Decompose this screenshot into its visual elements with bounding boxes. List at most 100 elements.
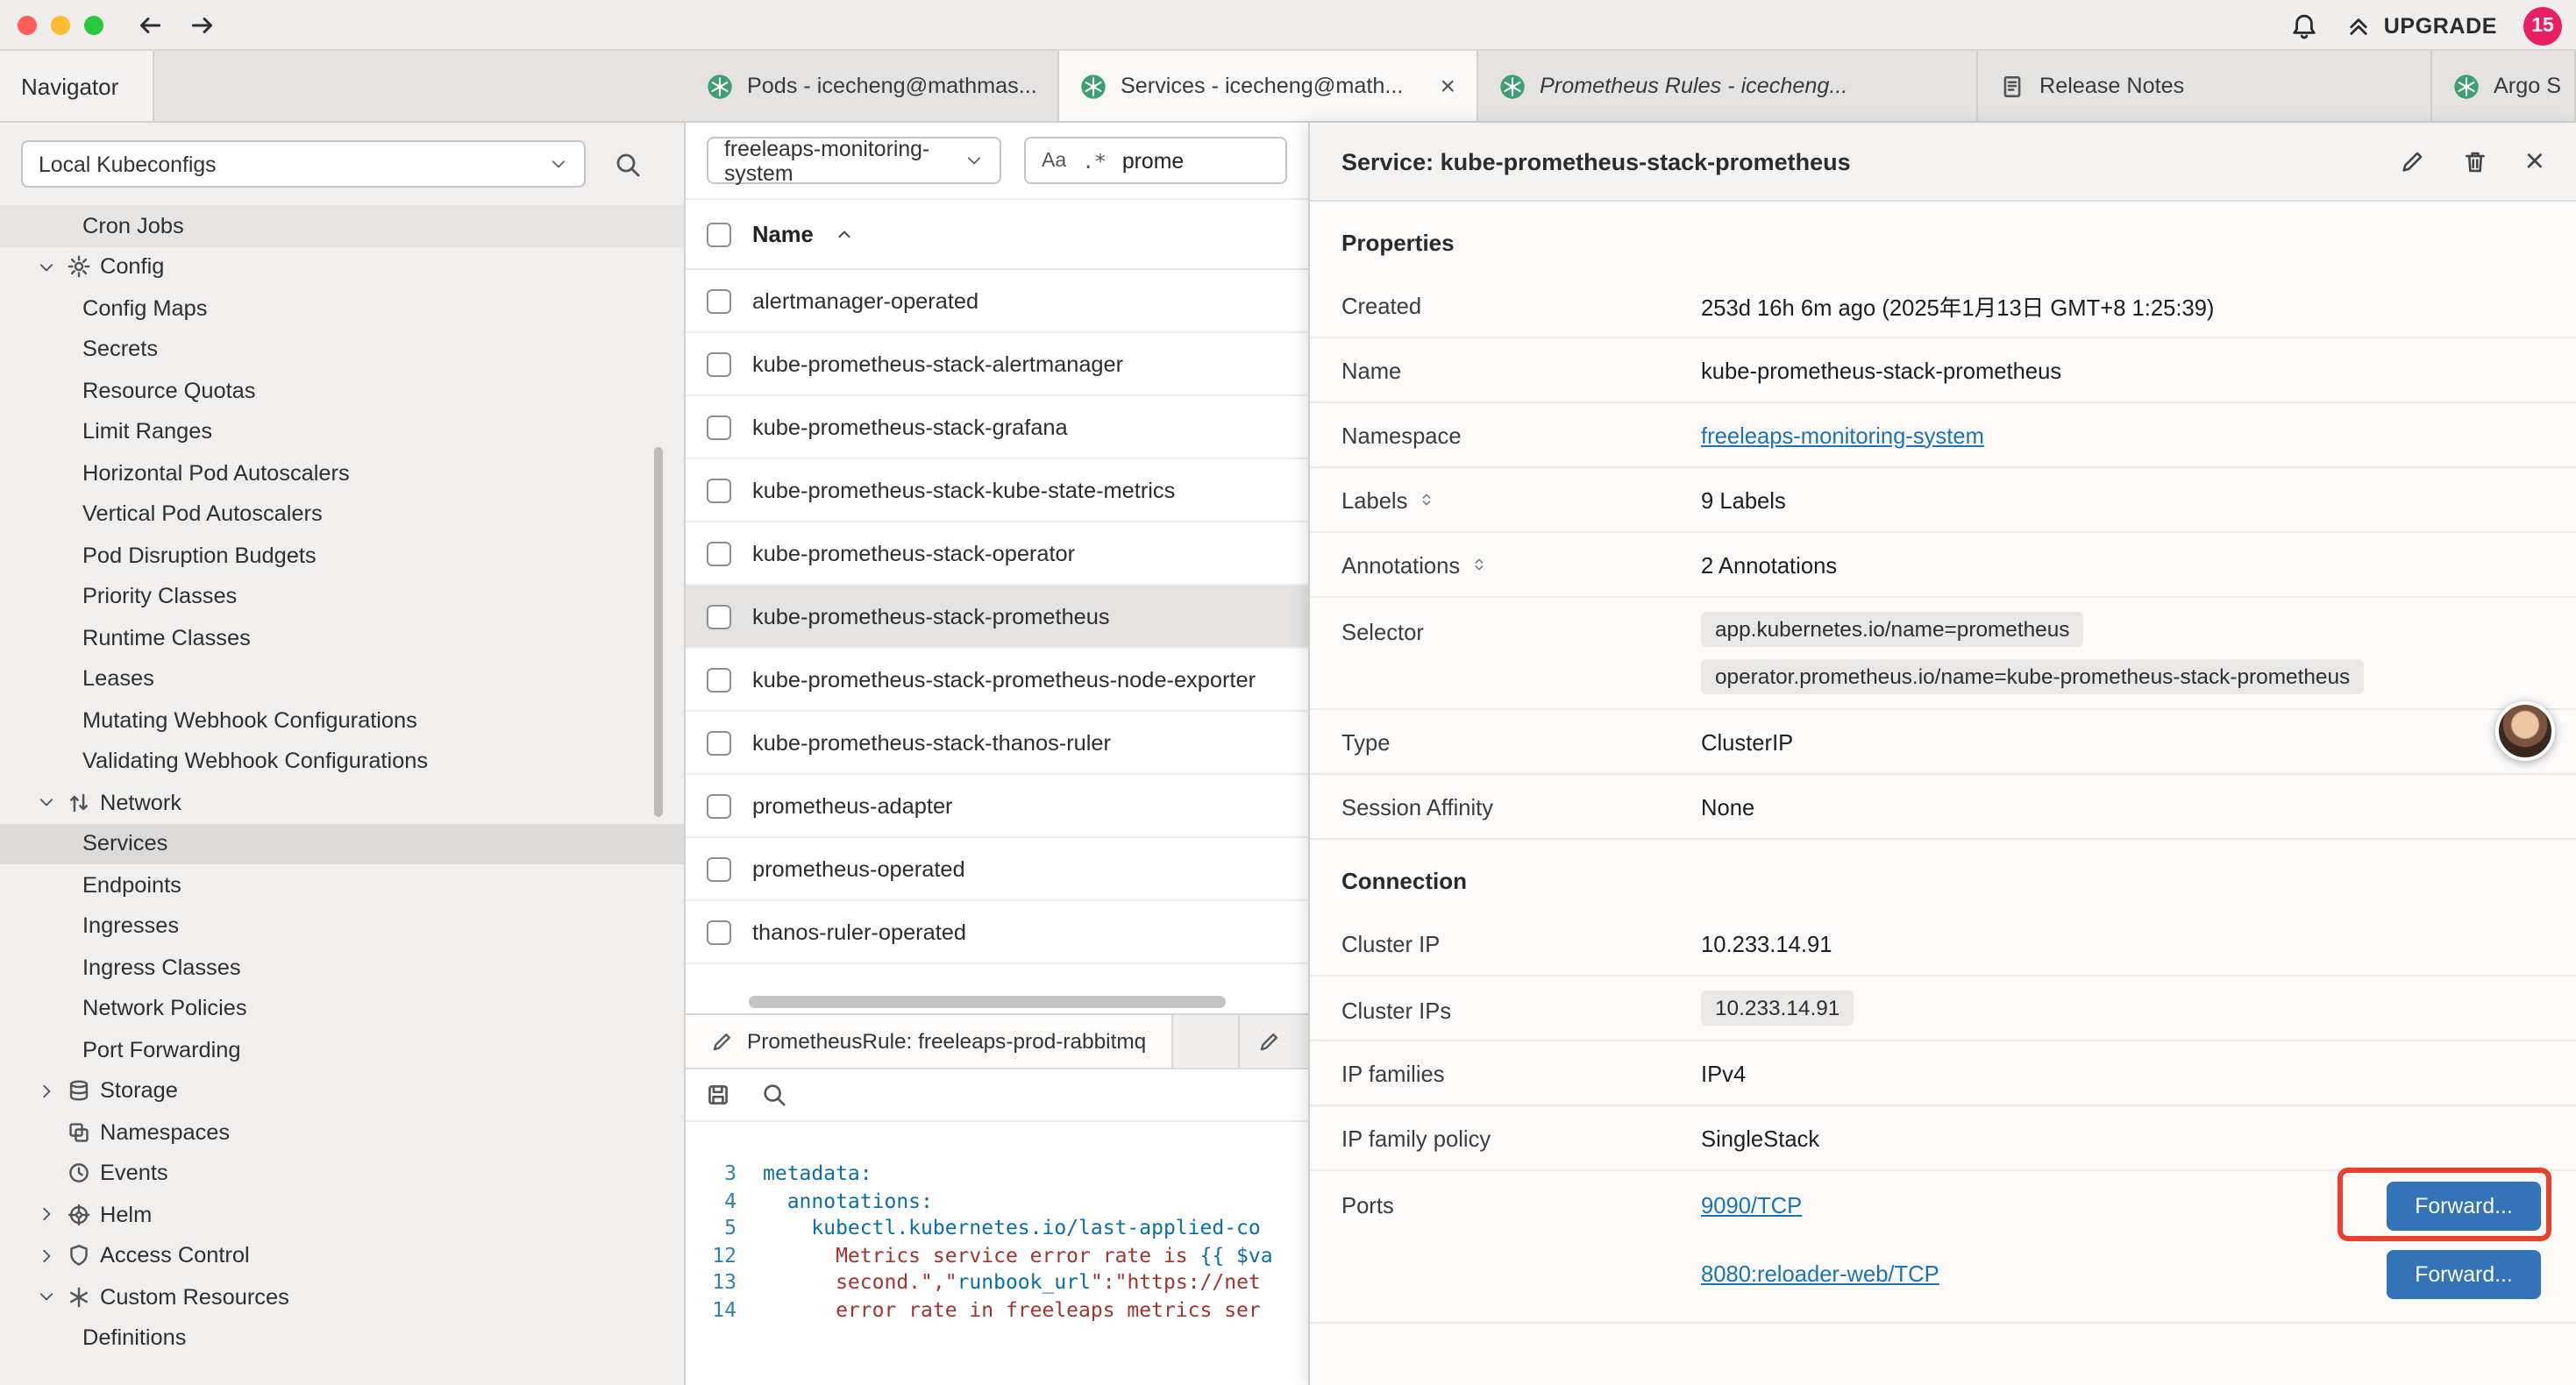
row-checkbox[interactable] <box>707 288 731 313</box>
sidebar-item-definitions[interactable]: Definitions <box>0 1318 684 1359</box>
forward-button[interactable]: Forward... <box>2387 1181 2541 1230</box>
table-row[interactable]: kube-prometheus-stack-prometheus <box>686 586 1308 649</box>
table-row[interactable]: kube-prometheus-stack-kube-state-metrics <box>686 459 1308 522</box>
sidebar-item-storage[interactable]: Storage <box>0 1070 684 1112</box>
notifications-bell-icon[interactable] <box>2291 11 2319 39</box>
row-checkbox[interactable] <box>707 730 731 755</box>
edit-service-icon[interactable] <box>2399 148 2425 174</box>
row-checkbox[interactable] <box>707 352 731 376</box>
sort-toggle-icon[interactable] <box>1470 554 1486 575</box>
sidebar-item-pod-disruption-budgets[interactable]: Pod Disruption Budgets <box>0 535 684 576</box>
detail-label: Type <box>1341 728 1701 755</box>
sidebar-item-priority-classes[interactable]: Priority Classes <box>0 576 684 617</box>
sidebar-item-services[interactable]: Services <box>0 823 684 864</box>
sidebar-item-resource-quotas[interactable]: Resource Quotas <box>0 370 684 411</box>
tab-argo-s[interactable]: Argo S <box>2432 51 2576 121</box>
sidebar-item-helm[interactable]: Helm <box>0 1194 684 1235</box>
save-icon[interactable] <box>705 1082 731 1108</box>
sidebar-item-access-control[interactable]: Access Control <box>0 1235 684 1276</box>
table-row[interactable]: kube-prometheus-stack-grafana <box>686 396 1308 459</box>
sidebar-item-ingresses[interactable]: Ingresses <box>0 906 684 947</box>
row-checkbox[interactable] <box>707 667 731 692</box>
sidebar-item-secrets[interactable]: Secrets <box>0 329 684 370</box>
user-avatar[interactable] <box>2495 701 2555 761</box>
sidebar-item-config[interactable]: Config <box>0 246 684 288</box>
back-icon[interactable] <box>135 10 165 39</box>
sidebar-item-network[interactable]: Network <box>0 782 684 823</box>
yaml-editor[interactable]: 3metadata:4 annotations:5 kubectl.kubern… <box>686 1122 1308 1324</box>
detail-value: 2 Annotations <box>1701 551 2544 578</box>
sidebar-search-icon[interactable] <box>614 150 642 178</box>
line-content: annotations: <box>763 1188 933 1215</box>
sidebar-item-label: Definitions <box>82 1326 187 1351</box>
sidebar-item-port-forwarding[interactable]: Port Forwarding <box>0 1029 684 1070</box>
row-checkbox[interactable] <box>707 541 731 565</box>
close-window-button[interactable] <box>18 15 37 34</box>
sidebar-item-horizontal-pod-autoscalers[interactable]: Horizontal Pod Autoscalers <box>0 452 684 494</box>
list-toolbar: freeleaps-monitoring-system Aa .* prome <box>686 123 1308 200</box>
tab-release-notes[interactable]: Release Notes <box>1978 51 2432 121</box>
table-row[interactable]: kube-prometheus-stack-alertmanager <box>686 333 1308 396</box>
sidebar-item-endpoints[interactable]: Endpoints <box>0 864 684 906</box>
sidebar-item-ingress-classes[interactable]: Ingress Classes <box>0 947 684 988</box>
kubeconfig-select[interactable]: Local Kubeconfigs <box>21 140 586 188</box>
maximize-window-button[interactable] <box>84 15 103 34</box>
notification-count-badge[interactable]: 15 <box>2523 6 2562 45</box>
select-all-checkbox[interactable] <box>707 222 731 246</box>
table-row[interactable]: thanos-ruler-operated <box>686 901 1308 964</box>
sort-toggle-icon[interactable] <box>1418 489 1434 510</box>
row-checkbox[interactable] <box>707 415 731 439</box>
detail-label-text: Cluster IPs <box>1341 998 1451 1024</box>
sidebar-item-mutating-webhook-configurations[interactable]: Mutating Webhook Configurations <box>0 700 684 741</box>
sidebar-item-events[interactable]: Events <box>0 1153 684 1194</box>
detail-row-name: Namekube-prometheus-stack-prometheus <box>1310 338 2576 403</box>
sidebar-item-vertical-pod-autoscalers[interactable]: Vertical Pod Autoscalers <box>0 494 684 535</box>
minimize-window-button[interactable] <box>51 15 70 34</box>
sidebar-item-validating-webhook-configurations[interactable]: Validating Webhook Configurations <box>0 741 684 782</box>
table-row[interactable]: kube-prometheus-stack-thanos-ruler <box>686 712 1308 775</box>
name-column-header[interactable]: Name <box>752 221 814 247</box>
dock-tab-prometheusrule[interactable]: PrometheusRule: freeleaps-prod-rabbitmq <box>686 1015 1172 1068</box>
search-input[interactable]: Aa .* prome <box>1024 137 1287 184</box>
port-link[interactable]: 8080:reloader-web/TCP <box>1701 1261 1939 1287</box>
sidebar-item-config-maps[interactable]: Config Maps <box>0 288 684 329</box>
match-case-toggle[interactable]: Aa <box>1042 150 1066 171</box>
sidebar-item-runtime-classes[interactable]: Runtime Classes <box>0 617 684 658</box>
delete-service-icon[interactable] <box>2462 148 2488 174</box>
table-row[interactable]: alertmanager-operated <box>686 270 1308 333</box>
row-checkbox[interactable] <box>707 920 731 944</box>
sidebar-item-custom-resources[interactable]: Custom Resources <box>0 1276 684 1318</box>
close-drawer-icon[interactable]: × <box>2525 145 2544 178</box>
tab-services-icecheng-math[interactable]: Services - icecheng@math...× <box>1059 51 1478 121</box>
forward-icon[interactable] <box>188 10 217 39</box>
sidebar-item-network-policies[interactable]: Network Policies <box>0 988 684 1029</box>
detail-label-text: Type <box>1341 728 1391 755</box>
sidebar-item-leases[interactable]: Leases <box>0 658 684 700</box>
sidebar-scrollbar-thumb[interactable] <box>654 447 663 817</box>
tab-pods-icecheng-mathmas[interactable]: Pods - icecheng@mathmas... <box>686 51 1059 121</box>
tab-close-icon[interactable]: × <box>1440 73 1455 99</box>
line-number: 13 <box>686 1269 763 1296</box>
dock-tab-partial[interactable] <box>1238 1015 1308 1068</box>
sidebar-item-limit-ranges[interactable]: Limit Ranges <box>0 411 684 452</box>
table-row[interactable]: prometheus-adapter <box>686 775 1308 838</box>
detail-link[interactable]: freeleaps-monitoring-system <box>1701 422 1984 448</box>
horizontal-scrollbar-thumb[interactable] <box>749 996 1226 1008</box>
regex-toggle[interactable]: .* <box>1082 148 1107 173</box>
row-checkbox[interactable] <box>707 793 731 818</box>
row-checkbox[interactable] <box>707 604 731 629</box>
sidebar-item-namespaces[interactable]: Namespaces <box>0 1112 684 1153</box>
table-row[interactable]: kube-prometheus-stack-prometheus-node-ex… <box>686 649 1308 712</box>
sidebar-item-cron-jobs[interactable]: Cron Jobs <box>0 205 684 246</box>
port-link[interactable]: 9090/TCP <box>1701 1192 1802 1218</box>
namespace-select[interactable]: freeleaps-monitoring-system <box>707 137 1001 184</box>
table-row[interactable]: prometheus-operated <box>686 838 1308 901</box>
row-checkbox[interactable] <box>707 856 731 881</box>
sort-ascending-icon[interactable] <box>835 224 854 244</box>
editor-search-icon[interactable] <box>761 1082 787 1108</box>
tab-prometheus-rules-icecheng[interactable]: Prometheus Rules - icecheng... <box>1478 51 1978 121</box>
forward-button[interactable]: Forward... <box>2387 1249 2541 1298</box>
row-checkbox[interactable] <box>707 478 731 502</box>
table-row[interactable]: kube-prometheus-stack-operator <box>686 522 1308 586</box>
upgrade-button[interactable]: UPGRADE <box>2345 11 2497 39</box>
